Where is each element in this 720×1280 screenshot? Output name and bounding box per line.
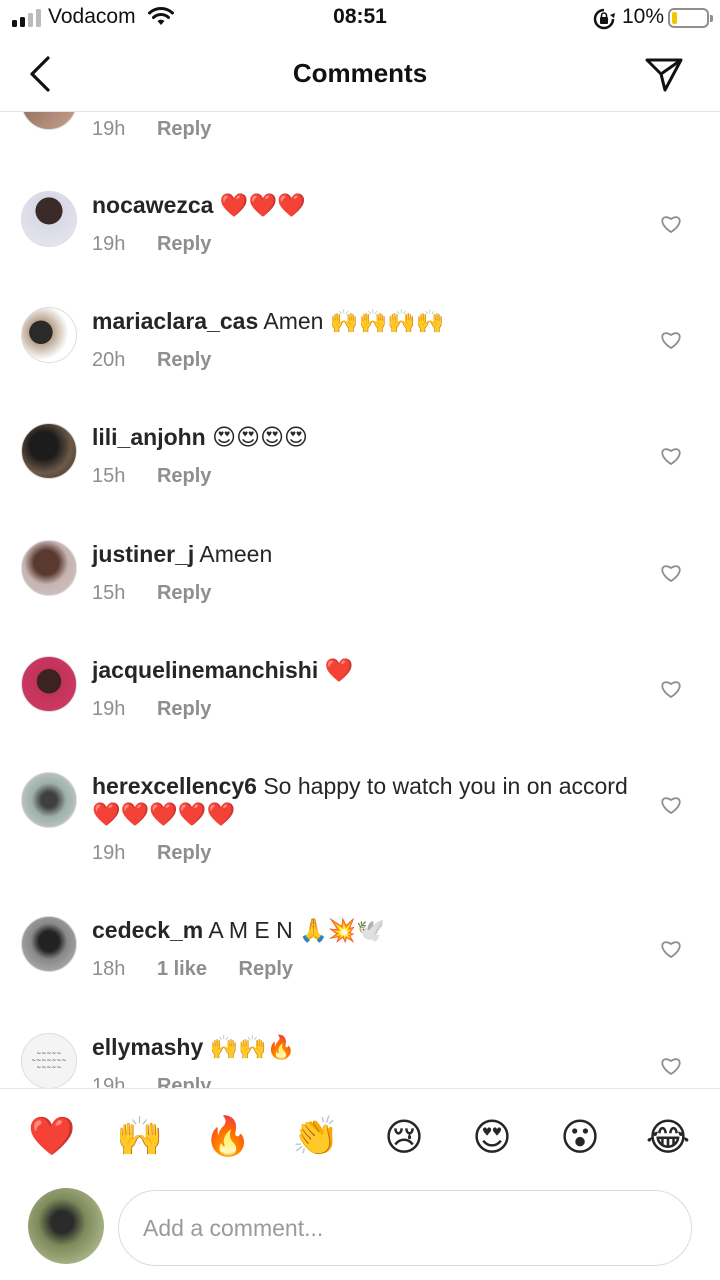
username[interactable]: ellymashy (92, 1034, 203, 1060)
status-bar: Vodacom 08:51 10% (0, 0, 720, 40)
comment-time: 19h (92, 233, 126, 255)
reply-button[interactable]: Reply (157, 233, 211, 255)
username[interactable]: nocawezca (92, 192, 213, 218)
comment-time: 19h (92, 842, 126, 864)
heart-icon[interactable] (660, 1056, 682, 1076)
heart-icon[interactable] (660, 330, 682, 350)
comment-text: Ameen (199, 541, 273, 567)
comment-text: ❤️ (324, 657, 354, 683)
battery-icon (668, 8, 713, 28)
comment-text: Amen 🙌🙌🙌🙌 (263, 308, 445, 334)
avatar[interactable] (21, 772, 77, 828)
avatar[interactable] (21, 540, 77, 596)
heart-icon[interactable] (660, 939, 682, 959)
reply-button[interactable]: Reply (157, 465, 211, 487)
comment-list[interactable]: 19h Reply nocawezca ❤️❤️❤️ 19h Reply mar… (0, 112, 720, 1088)
heart-icon[interactable] (660, 795, 682, 815)
comment-input[interactable] (118, 1190, 692, 1266)
comment-text: 🙌🙌🔥 (209, 1034, 296, 1060)
avatar[interactable] (21, 423, 77, 479)
reaction-heart-eyes[interactable]: 😍 (462, 1115, 522, 1159)
comment-time: 15h (92, 465, 126, 487)
heart-icon[interactable] (660, 214, 682, 234)
comment-partial: 19h Reply (0, 112, 720, 152)
username[interactable]: cedeck_m (92, 917, 203, 943)
header: Comments (0, 40, 720, 112)
comment-time: 19h (92, 698, 126, 720)
reply-button[interactable]: Reply (157, 842, 211, 864)
avatar[interactable]: ~~~~~ ~~~~~~~ ~~~~~ (21, 1033, 77, 1088)
reply-button[interactable]: Reply (157, 1075, 211, 1088)
reaction-clap[interactable]: 👏 (286, 1114, 346, 1159)
comment-time: 19h (92, 1075, 126, 1088)
current-user-avatar (28, 1188, 104, 1264)
heart-icon[interactable] (660, 563, 682, 583)
reaction-laugh[interactable]: 😂 (638, 1115, 698, 1159)
reply-button[interactable]: Reply (157, 118, 211, 140)
avatar[interactable] (21, 916, 77, 972)
comment-time: 15h (92, 582, 126, 604)
avatar[interactable] (21, 656, 77, 712)
reply-button[interactable]: Reply (157, 582, 211, 604)
reaction-fire[interactable]: 🔥 (198, 1114, 258, 1159)
heart-icon[interactable] (660, 679, 682, 699)
reply-button[interactable]: Reply (239, 958, 293, 980)
username[interactable]: lili_anjohn (92, 424, 206, 450)
reaction-cry[interactable]: 😢 (374, 1115, 434, 1159)
comment-time: 20h (92, 349, 126, 371)
heart-icon[interactable] (660, 446, 682, 466)
quick-reactions: ❤️ 🙌 🔥 👏 😢 😍 😮 😂 (0, 1088, 720, 1184)
comment-text: 😍😍😍😍 (212, 424, 309, 450)
rotation-lock-icon (593, 8, 615, 30)
reaction-raised-hands[interactable]: 🙌 (110, 1114, 170, 1159)
comment-text: ❤️❤️❤️ (219, 192, 306, 218)
comment-text: A M E N 🙏💥🕊️ (208, 917, 386, 943)
reaction-surprised[interactable]: 😮 (550, 1115, 610, 1159)
username[interactable]: herexcellency6 (92, 773, 257, 799)
username[interactable]: jacquelinemanchishi (92, 657, 318, 683)
username[interactable]: justiner_j (92, 541, 194, 567)
like-count[interactable]: 1 like (157, 958, 207, 980)
comment-composer (0, 1184, 720, 1280)
reaction-heart[interactable]: ❤️ (22, 1114, 82, 1159)
battery-percent: 10% (622, 5, 665, 28)
comment-time: 19h (92, 118, 126, 140)
avatar[interactable] (21, 307, 77, 363)
username[interactable]: mariaclara_cas (92, 308, 258, 334)
reply-button[interactable]: Reply (157, 349, 211, 371)
avatar[interactable] (21, 191, 77, 247)
send-icon[interactable] (643, 54, 685, 96)
reply-button[interactable]: Reply (157, 698, 211, 720)
comment-time: 18h (92, 958, 126, 980)
page-title: Comments (292, 58, 428, 88)
avatar[interactable] (21, 112, 77, 130)
